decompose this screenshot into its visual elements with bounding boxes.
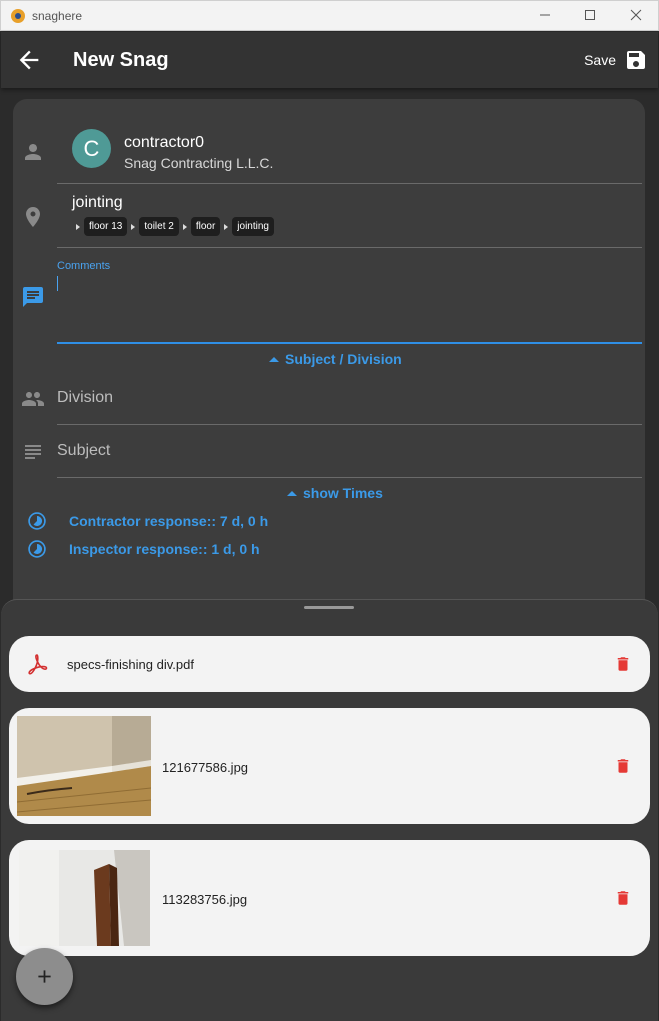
show-times-toggle[interactable]: show Times bbox=[287, 485, 383, 501]
divider bbox=[57, 477, 642, 478]
comments-underline bbox=[57, 342, 642, 344]
window-title: snaghere bbox=[32, 9, 83, 23]
delete-icon[interactable] bbox=[614, 654, 632, 674]
contractor-name[interactable]: contractor0 bbox=[124, 134, 204, 152]
attachment-name: 121677586.jpg bbox=[162, 760, 249, 775]
divider bbox=[57, 183, 642, 184]
arrow-up-icon bbox=[287, 490, 297, 496]
division-field[interactable]: Division bbox=[57, 389, 113, 407]
save-label: Save bbox=[584, 52, 616, 68]
breadcrumb-item[interactable]: jointing bbox=[232, 217, 274, 236]
pdf-icon bbox=[28, 654, 48, 675]
inspector-response-text: Inspector response:: 1 d, 0 h bbox=[69, 541, 260, 557]
timelapse-icon bbox=[28, 540, 46, 558]
text-cursor bbox=[57, 276, 58, 291]
contractor-response-row: Contractor response:: 7 d, 0 h bbox=[27, 511, 268, 531]
comments-label: Comments bbox=[57, 260, 111, 272]
subject-field[interactable]: Subject bbox=[57, 442, 110, 460]
back-button[interactable] bbox=[15, 46, 43, 74]
window-titlebar: snaghere bbox=[0, 0, 659, 31]
attachment-thumbnail bbox=[19, 850, 150, 946]
location-name[interactable]: jointing bbox=[72, 194, 123, 212]
comment-icon bbox=[23, 287, 43, 307]
arrow-back-icon bbox=[19, 50, 39, 70]
delete-icon[interactable] bbox=[614, 756, 632, 776]
attachments-sheet: specs-finishing div.pdf 121677586.jpg 11… bbox=[1, 599, 658, 1021]
group-icon bbox=[22, 392, 44, 406]
comments-input[interactable] bbox=[57, 274, 642, 340]
delete-icon[interactable] bbox=[614, 888, 632, 908]
save-icon bbox=[627, 51, 645, 69]
minimize-icon bbox=[540, 14, 550, 16]
chevron-right-icon bbox=[182, 223, 187, 230]
minimize-button[interactable] bbox=[522, 1, 568, 31]
contractor-avatar[interactable]: C bbox=[72, 129, 111, 168]
app-logo-icon bbox=[11, 9, 25, 23]
attachment-thumbnail bbox=[17, 716, 151, 816]
contractor-response-text: Contractor response:: 7 d, 0 h bbox=[69, 513, 269, 529]
location-pin-icon bbox=[26, 207, 40, 227]
attachment-item[interactable]: specs-finishing div.pdf bbox=[9, 636, 650, 692]
subject-division-toggle[interactable]: Subject / Division bbox=[269, 351, 402, 367]
save-button[interactable]: Save bbox=[584, 46, 648, 74]
person-icon bbox=[25, 144, 41, 160]
breadcrumb-item[interactable]: toilet 2 bbox=[139, 217, 179, 236]
breadcrumb-item[interactable]: floor 13 bbox=[84, 217, 128, 236]
subject-lines-icon bbox=[25, 445, 41, 459]
chevron-right-icon bbox=[76, 223, 80, 230]
show-times-label: show Times bbox=[303, 485, 383, 501]
close-icon bbox=[630, 9, 642, 21]
attachment-name: specs-finishing div.pdf bbox=[67, 657, 194, 672]
plus-icon bbox=[38, 970, 51, 983]
chevron-right-icon bbox=[224, 223, 229, 230]
breadcrumb: floor 13 toilet 2 floor jointing bbox=[72, 217, 274, 236]
inspector-response-row: Inspector response:: 1 d, 0 h bbox=[27, 539, 260, 559]
timelapse-icon bbox=[28, 512, 46, 530]
chevron-right-icon bbox=[131, 223, 136, 230]
attachment-name: 113283756.jpg bbox=[162, 892, 248, 907]
page-title: New Snag bbox=[73, 49, 169, 71]
maximize-icon bbox=[585, 10, 595, 20]
divider bbox=[57, 247, 642, 248]
attachment-item[interactable]: 121677586.jpg bbox=[9, 708, 650, 824]
snag-form-card: C contractor0 Snag Contracting L.L.C. jo… bbox=[13, 99, 645, 619]
subject-division-label: Subject / Division bbox=[285, 351, 402, 367]
close-window-button[interactable] bbox=[613, 1, 659, 31]
maximize-button[interactable] bbox=[567, 1, 613, 31]
app-bar: New Snag Save bbox=[1, 32, 658, 88]
add-attachment-button[interactable] bbox=[16, 948, 73, 1005]
divider bbox=[57, 424, 642, 425]
breadcrumb-item[interactable]: floor bbox=[190, 217, 221, 236]
attachment-item[interactable]: 113283756.jpg bbox=[9, 840, 650, 956]
contractor-company: Snag Contracting L.L.C. bbox=[124, 155, 274, 171]
arrow-up-icon bbox=[269, 356, 279, 362]
drag-handle[interactable] bbox=[304, 606, 354, 609]
